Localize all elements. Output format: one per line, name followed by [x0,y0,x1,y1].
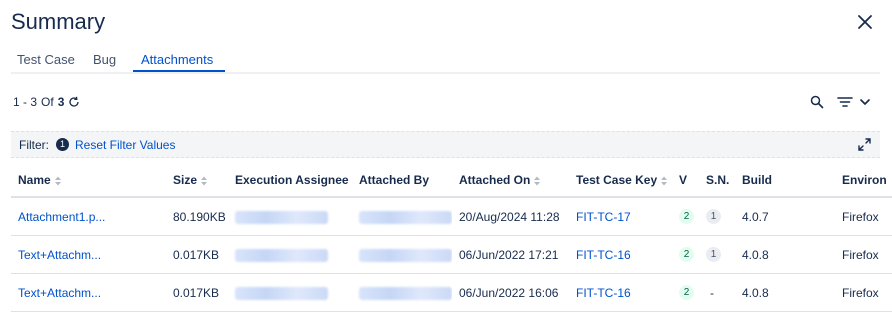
version-badge: 2 [679,247,694,263]
filter-bar: Filter: 1 Reset Filter Values [11,131,880,158]
sort-icon[interactable] [54,175,62,187]
tab-bug[interactable]: Bug [93,52,116,67]
redacted-assignee [235,248,328,262]
sort-icon[interactable] [200,175,208,187]
sn-value: - [710,285,714,300]
test-case-key-link[interactable]: FIT-TC-17 [576,210,631,224]
redacted-assignee [235,286,328,300]
sort-icon[interactable] [660,175,668,187]
col-header-attached-on[interactable]: Attached On [452,164,569,198]
attachment-name-link[interactable]: Attachment1.p... [18,210,105,224]
pager-range: 1 - 3 [13,95,38,109]
build-cell: 4.0.8 [735,235,835,274]
expand-icon[interactable] [858,138,871,151]
col-header-test-case-key[interactable]: Test Case Key [569,164,672,198]
table-row: Text+Attachm... 0.017KB 06/Jun/2022 17:2… [11,235,892,274]
version-badge: 2 [679,285,694,301]
attached-on-cell: 06/Jun/2022 16:06 [452,273,569,312]
attached-on-cell: 06/Jun/2022 17:21 [452,235,569,274]
redacted-attached-by [359,248,452,262]
reset-filter-link[interactable]: Reset Filter Values [75,138,175,152]
col-header-name[interactable]: Name [11,164,166,198]
build-cell: 4.0.8 [735,273,835,312]
filter-count-badge: 1 [56,138,69,151]
col-header-execution-assignee[interactable]: Execution Assignee [228,164,352,198]
col-header-version[interactable]: V [672,164,699,198]
filter-menu-icon[interactable] [837,95,873,109]
pager-total: 3 [57,95,65,109]
attachment-name-link[interactable]: Text+Attachm... [18,248,101,262]
redacted-attached-by [359,286,452,300]
pagination-info: 1 - 3 Of 3 [13,95,80,109]
environment-cell: Firefox [835,197,892,236]
sn-badge: 1 [706,247,721,263]
refresh-icon[interactable] [68,96,80,108]
tab-bar: Test Case Bug Attachments [11,44,880,74]
table-header-row: Name Size Execution Assignee Attached By… [11,164,892,198]
environment-cell: Firefox [835,235,892,274]
sort-icon[interactable] [533,175,541,187]
pager-of-label: Of [41,95,54,109]
environment-cell: Firefox [835,273,892,312]
close-icon[interactable] [855,12,875,32]
test-case-key-link[interactable]: FIT-TC-16 [576,286,631,300]
size-cell: 0.017KB [166,273,228,312]
col-header-environment[interactable]: Environ [835,164,892,198]
search-icon[interactable] [810,95,824,109]
attachment-name-link[interactable]: Text+Attachm... [18,286,101,300]
tab-test-case[interactable]: Test Case [17,52,75,67]
tab-attachments[interactable]: Attachments [141,52,213,67]
col-header-size[interactable]: Size [166,164,228,198]
table-row: Attachment1.p... 80.190KB 20/Aug/2024 11… [11,197,892,236]
col-header-attached-by[interactable]: Attached By [352,164,452,198]
col-header-sn[interactable]: S.N. [699,164,735,198]
table-row: Text+Attachm... 0.017KB 06/Jun/2022 16:0… [11,273,892,312]
build-cell: 4.0.7 [735,197,835,236]
attachments-table: Name Size Execution Assignee Attached By… [11,164,892,312]
redacted-attached-by [359,210,452,224]
active-tab-indicator [133,70,225,72]
size-cell: 80.190KB [166,197,228,236]
filter-label: Filter: [19,137,49,152]
col-header-build[interactable]: Build [735,164,835,198]
sn-badge: 1 [706,209,721,225]
version-badge: 2 [679,209,694,225]
test-case-key-link[interactable]: FIT-TC-16 [576,248,631,262]
modal-title: Summary [11,9,106,34]
attached-on-cell: 20/Aug/2024 11:28 [452,197,569,236]
size-cell: 0.017KB [166,235,228,274]
redacted-assignee [235,210,328,224]
